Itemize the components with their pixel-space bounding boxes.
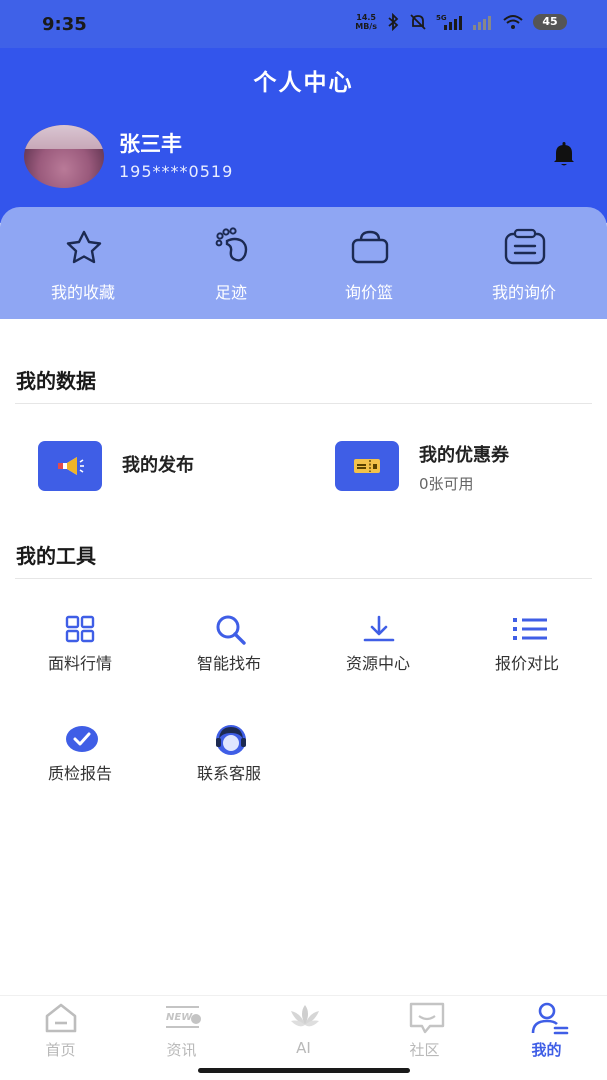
signal-icon [473, 16, 491, 30]
data-card-label: 我的优惠券 [419, 445, 509, 466]
data-card-my-coupons[interactable]: 我的优惠券 0张可用 [335, 441, 575, 501]
section-title-my-tools: 我的工具 [16, 544, 96, 568]
network-speed: 14.5 MB/s [355, 13, 377, 31]
divider [15, 403, 592, 404]
bluetooth-icon [388, 13, 399, 31]
quick-action-footprint[interactable]: 足迹 [155, 207, 307, 319]
data-card-my-posts[interactable]: 我的发布 [38, 441, 278, 501]
tab-news[interactable]: NEW 资讯 [121, 996, 242, 1066]
coupon-count: 0张可用 [419, 475, 474, 493]
list-icon [513, 618, 547, 640]
quick-action-inquiry-basket[interactable]: 询价篮 [293, 207, 445, 319]
mute-bell-icon [410, 14, 426, 30]
customer-service-icon [216, 725, 246, 755]
avatar[interactable] [24, 125, 104, 188]
star-icon [66, 230, 102, 264]
wifi-icon [503, 15, 523, 29]
tool-quality-report[interactable]: 质检报告 [5, 724, 155, 794]
divider [15, 578, 592, 579]
svg-text:5G: 5G [436, 14, 447, 22]
home-icon [45, 1003, 77, 1033]
battery-indicator: 45 [533, 14, 567, 30]
clipboard-icon [504, 228, 546, 265]
tool-quote-comparison[interactable]: 报价对比 [452, 614, 602, 684]
data-card-label: 我的发布 [122, 455, 194, 476]
status-bar: 9:35 14.5 MB/s 5G 45 [0, 0, 607, 48]
user-phone: 195****0519 [119, 162, 234, 181]
news-icon: NEW [166, 1006, 201, 1028]
profile-header: 个人中心 张三丰 195****0519 [0, 48, 607, 223]
section-title-my-data: 我的数据 [16, 369, 96, 393]
profile-icon [531, 1002, 569, 1035]
tool-resource-center[interactable]: 资源中心 [303, 614, 453, 684]
quick-actions-panel: 我的收藏 足迹 询价篮 我的询价 [0, 207, 607, 319]
tab-community[interactable]: 社区 [364, 996, 485, 1066]
tool-contact-support[interactable]: 联系客服 [154, 724, 304, 794]
chat-bubble-icon [409, 1002, 445, 1034]
ai-lotus-icon [291, 1005, 319, 1027]
svg-text:NEW: NEW [166, 1012, 193, 1023]
coupon-icon [335, 441, 399, 491]
page-title: 个人中心 [253, 70, 354, 96]
home-indicator [198, 1068, 410, 1073]
basket-icon [351, 230, 389, 264]
tool-fabric-market[interactable]: 面料行情 [5, 614, 155, 684]
grid-icon [65, 615, 95, 643]
signal-5g-icon: 5G [436, 14, 462, 30]
megaphone-icon [38, 441, 102, 491]
footprint-icon [215, 227, 248, 262]
status-time: 9:35 [42, 14, 87, 35]
tab-profile[interactable]: 我的 [486, 996, 607, 1066]
tool-smart-fabric-search[interactable]: 智能找布 [154, 614, 304, 684]
tab-ai[interactable]: AI [243, 996, 364, 1066]
status-icons: 14.5 MB/s 5G 45 [355, 13, 567, 31]
search-icon [216, 615, 246, 645]
tab-home[interactable]: 首页 [0, 996, 121, 1066]
user-name: 张三丰 [119, 132, 182, 156]
download-icon [363, 615, 395, 642]
check-circle-icon [66, 726, 98, 752]
notification-bell-icon[interactable] [549, 139, 579, 169]
quick-action-favorites[interactable]: 我的收藏 [7, 207, 159, 319]
quick-action-my-inquiries[interactable]: 我的询价 [448, 207, 600, 319]
